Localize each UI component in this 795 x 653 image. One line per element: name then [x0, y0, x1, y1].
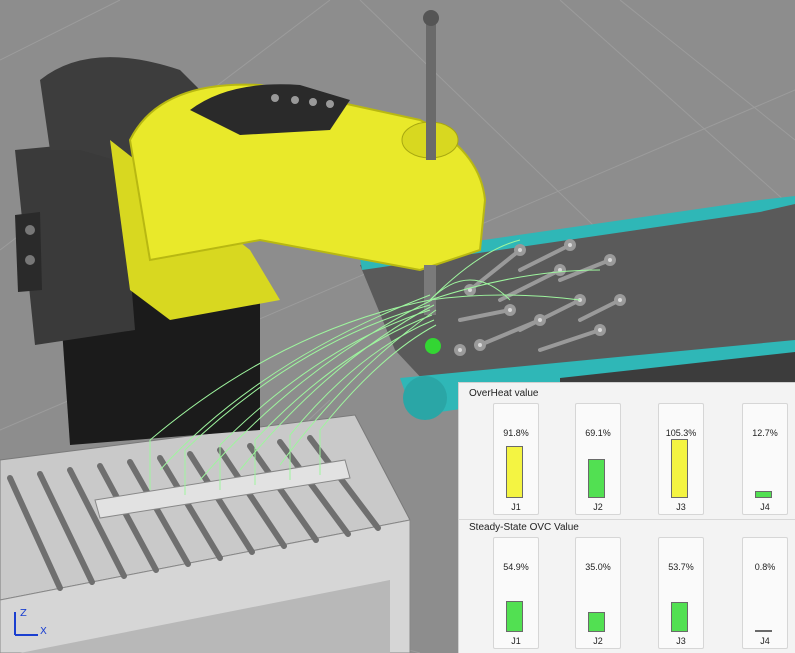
overheat-value-j1: 91.8% — [503, 428, 529, 438]
overheat-joint-label-j2: J2 — [593, 502, 603, 512]
overheat-value-j4: 12.7% — [752, 428, 778, 438]
status-panel: OverHeat value 91.8% J1 69.1% J2 105.3% J3 12.… — [458, 382, 795, 653]
3d-viewport[interactable]: Z X OverHeat value 91.8% J1 69.1% J2 105.3% J… — [0, 0, 795, 653]
ovc-gauge-j1: 54.9% J1 — [493, 537, 539, 649]
overheat-bar-j3 — [671, 439, 688, 498]
ovc-gauge-j3: 53.7% J3 — [658, 537, 704, 649]
overheat-gauge-j1: 91.8% J1 — [493, 403, 539, 515]
axis-x-label: X — [40, 626, 47, 637]
overheat-gauge-j3: 105.3% J3 — [658, 403, 704, 515]
ovc-bar-j3 — [671, 602, 688, 632]
ovc-joint-label-j1: J1 — [511, 636, 521, 646]
overheat-joint-label-j3: J3 — [676, 502, 686, 512]
ovc-gauge-j2: 35.0% J2 — [575, 537, 621, 649]
ovc-value-j4: 0.8% — [754, 562, 776, 572]
ovc-value-j2: 35.0% — [585, 562, 611, 572]
overheat-joint-label-j1: J1 — [511, 502, 521, 512]
axis-z-label: Z — [20, 608, 27, 619]
roller-conveyor — [0, 414, 411, 653]
ovc-bar-j4 — [755, 630, 772, 632]
ovc-value-j3: 53.7% — [668, 562, 694, 572]
overheat-bar-j4 — [755, 491, 772, 498]
overheat-bar-j1 — [506, 446, 523, 498]
ovc-gauge-j4: 0.8% J4 — [742, 537, 788, 649]
ovc-bar-j2 — [588, 612, 605, 632]
ovc-joint-label-j4: J4 — [760, 636, 770, 646]
overheat-title: OverHeat value — [469, 388, 539, 399]
overheat-bar-j2 — [588, 459, 605, 498]
panel-divider — [459, 519, 795, 520]
overheat-joint-label-j4: J4 — [760, 502, 770, 512]
ovc-joint-label-j3: J3 — [676, 636, 686, 646]
ovc-value-j1: 54.9% — [503, 562, 529, 572]
ovc-title: Steady-State OVC Value — [469, 522, 579, 533]
overheat-gauge-j2: 69.1% J2 — [575, 403, 621, 515]
overheat-value-j3: 105.3% — [665, 428, 697, 438]
overheat-value-j2: 69.1% — [585, 428, 611, 438]
overheat-gauge-j4: 12.7% J4 — [742, 403, 788, 515]
ovc-joint-label-j2: J2 — [593, 636, 603, 646]
ovc-bar-j1 — [506, 601, 523, 632]
